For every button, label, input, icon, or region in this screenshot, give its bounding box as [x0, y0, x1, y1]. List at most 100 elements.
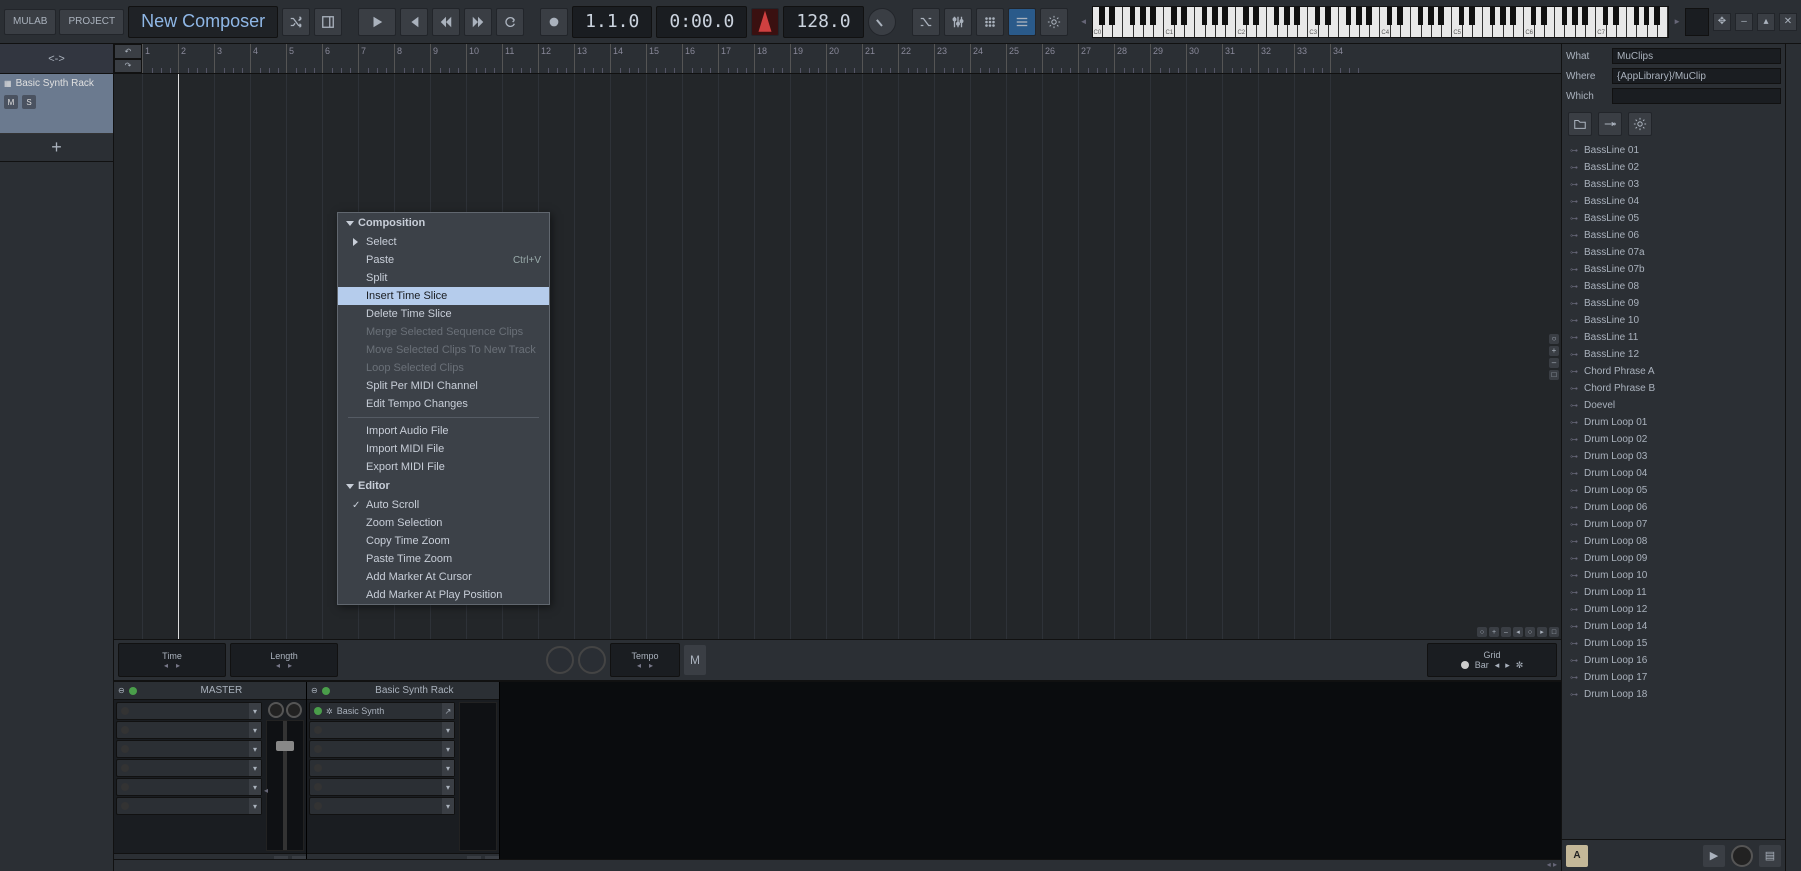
- ruler-tick[interactable]: 34: [1330, 44, 1366, 73]
- menu-copy-zoom[interactable]: Copy Time Zoom: [338, 532, 549, 550]
- rack-slot[interactable]: ▾: [116, 702, 262, 720]
- panel-toggle-icon[interactable]: [314, 8, 342, 36]
- track-solo[interactable]: S: [22, 95, 36, 109]
- browser-item[interactable]: ⊶BassLine 10: [1564, 312, 1783, 329]
- velocity-display[interactable]: [1685, 8, 1709, 36]
- filter-which-input[interactable]: [1612, 88, 1781, 104]
- project-title[interactable]: New Composer: [128, 6, 278, 38]
- rack-slot[interactable]: ✲Basic Synth↗: [309, 702, 455, 720]
- piano-key-black[interactable]: [1613, 7, 1619, 25]
- ruler-tick[interactable]: 20: [826, 44, 862, 73]
- browser-item[interactable]: ⊶BassLine 09: [1564, 295, 1783, 312]
- tools-shuffle-icon[interactable]: [912, 8, 940, 36]
- ch-active-dot[interactable]: [129, 687, 137, 695]
- loop-button[interactable]: [496, 8, 524, 36]
- piano-key-black[interactable]: [1634, 7, 1640, 25]
- browser-item[interactable]: ⊶Drum Loop 09: [1564, 550, 1783, 567]
- ruler-tick[interactable]: 4: [250, 44, 286, 73]
- shuffle-icon[interactable]: [282, 8, 310, 36]
- vzoom-in-icon[interactable]: +: [1549, 346, 1559, 356]
- browser-mode-button[interactable]: A: [1566, 845, 1588, 867]
- piano-key-black[interactable]: [1541, 7, 1547, 25]
- browser-item[interactable]: ⊶Doevel: [1564, 397, 1783, 414]
- piano-key[interactable]: C7: [1596, 7, 1606, 37]
- tempo-display[interactable]: 128.0: [783, 6, 863, 38]
- piano-key-black[interactable]: [1130, 7, 1136, 25]
- piano-key-black[interactable]: [1212, 7, 1218, 25]
- piano-key[interactable]: C6: [1524, 7, 1534, 37]
- ruler-tick[interactable]: 29: [1150, 44, 1186, 73]
- menu-delete-time-slice[interactable]: Delete Time Slice: [338, 305, 549, 323]
- ruler-tick[interactable]: 18: [754, 44, 790, 73]
- piano-key-black[interactable]: [1459, 7, 1465, 25]
- menu-auto-scroll[interactable]: ✓Auto Scroll: [338, 496, 549, 514]
- ruler-tick[interactable]: 32: [1258, 44, 1294, 73]
- browser-list-icon[interactable]: ▤: [1759, 845, 1781, 867]
- browser-item[interactable]: ⊶BassLine 08: [1564, 278, 1783, 295]
- piano-key-black[interactable]: [1294, 7, 1300, 25]
- ruler-tick[interactable]: 19: [790, 44, 826, 73]
- piano-key-black[interactable]: [1438, 7, 1444, 25]
- grid-icon[interactable]: [976, 8, 1004, 36]
- hzoom-loop-icon[interactable]: ○: [1525, 627, 1535, 637]
- browser-item[interactable]: ⊶Drum Loop 18: [1564, 686, 1783, 703]
- piano-key[interactable]: [1627, 7, 1637, 37]
- ch-fader[interactable]: ◂: [266, 720, 304, 851]
- metronome-button[interactable]: [751, 8, 779, 36]
- piano-key[interactable]: [1123, 7, 1133, 37]
- ruler-tick[interactable]: 26: [1042, 44, 1078, 73]
- ch-send-knob[interactable]: [286, 702, 302, 718]
- menu-add-marker-play[interactable]: Add Marker At Play Position: [338, 586, 549, 604]
- browser-item[interactable]: ⊶Drum Loop 12: [1564, 601, 1783, 618]
- settings-icon[interactable]: [1040, 8, 1068, 36]
- piano-key-black[interactable]: [1562, 7, 1568, 25]
- menu-select[interactable]: Select: [338, 233, 549, 251]
- ruler-tick[interactable]: 31: [1222, 44, 1258, 73]
- piano-key-black[interactable]: [1346, 7, 1352, 25]
- piano-key-black[interactable]: [1500, 7, 1506, 25]
- piano-keyboard[interactable]: C0C1C2C3C4C5C6C7: [1092, 6, 1670, 38]
- close-icon[interactable]: ✕: [1779, 13, 1797, 31]
- mixer-scrollbar[interactable]: ◂ ▸: [114, 859, 1561, 871]
- hzoom-out-icon[interactable]: ‒: [1501, 627, 1511, 637]
- piano-key-black[interactable]: [1531, 7, 1537, 25]
- browser-item[interactable]: ⊶BassLine 12: [1564, 346, 1783, 363]
- menu-header-composition[interactable]: Composition: [338, 213, 549, 233]
- arrange-grid[interactable]: ○ + ‒ □ ○ + ‒ ◂ ○ ▸ □: [114, 74, 1561, 639]
- ruler-tick[interactable]: 25: [1006, 44, 1042, 73]
- browser-item[interactable]: ⊶Drum Loop 03: [1564, 448, 1783, 465]
- piano-key-black[interactable]: [1315, 7, 1321, 25]
- piano-key[interactable]: C0: [1093, 7, 1103, 37]
- piano-key-black[interactable]: [1387, 7, 1393, 25]
- menu-paste-zoom[interactable]: Paste Time Zoom: [338, 550, 549, 568]
- project-button[interactable]: PROJECT: [59, 9, 124, 35]
- hzoom-fit-icon[interactable]: ○: [1477, 627, 1487, 637]
- piano-key-black[interactable]: [1356, 7, 1362, 25]
- piano-key-black[interactable]: [1654, 7, 1660, 25]
- browser-item[interactable]: ⊶Drum Loop 05: [1564, 482, 1783, 499]
- grid-gear-icon[interactable]: ✼: [1516, 660, 1524, 671]
- browser-item[interactable]: ⊶BassLine 06: [1564, 227, 1783, 244]
- menu-import-audio[interactable]: Import Audio File: [338, 422, 549, 440]
- mixer-icon[interactable]: [944, 8, 972, 36]
- skip-start-button[interactable]: [400, 8, 428, 36]
- ruler-tick[interactable]: 16: [682, 44, 718, 73]
- ruler-tick[interactable]: 27: [1078, 44, 1114, 73]
- browser-item[interactable]: ⊶Drum Loop 07: [1564, 516, 1783, 533]
- record-button[interactable]: [540, 8, 568, 36]
- browser-item[interactable]: ⊶Drum Loop 15: [1564, 635, 1783, 652]
- ruler-tick[interactable]: 6: [322, 44, 358, 73]
- piano-key-black[interactable]: [1181, 7, 1187, 25]
- ruler-tick[interactable]: 14: [610, 44, 646, 73]
- piano-key-black[interactable]: [1109, 7, 1115, 25]
- track-mute[interactable]: M: [4, 95, 18, 109]
- browser-settings-icon[interactable]: [1628, 112, 1652, 136]
- piano-key-black[interactable]: [1603, 7, 1609, 25]
- piano-key-black[interactable]: [1572, 7, 1578, 25]
- piano-key[interactable]: [1267, 7, 1277, 37]
- piano-key[interactable]: [1483, 7, 1493, 37]
- play-button[interactable]: [358, 8, 396, 36]
- piano-key-black[interactable]: [1284, 7, 1290, 25]
- ruler-tick[interactable]: 12: [538, 44, 574, 73]
- vzoom-out-icon[interactable]: ‒: [1549, 358, 1559, 368]
